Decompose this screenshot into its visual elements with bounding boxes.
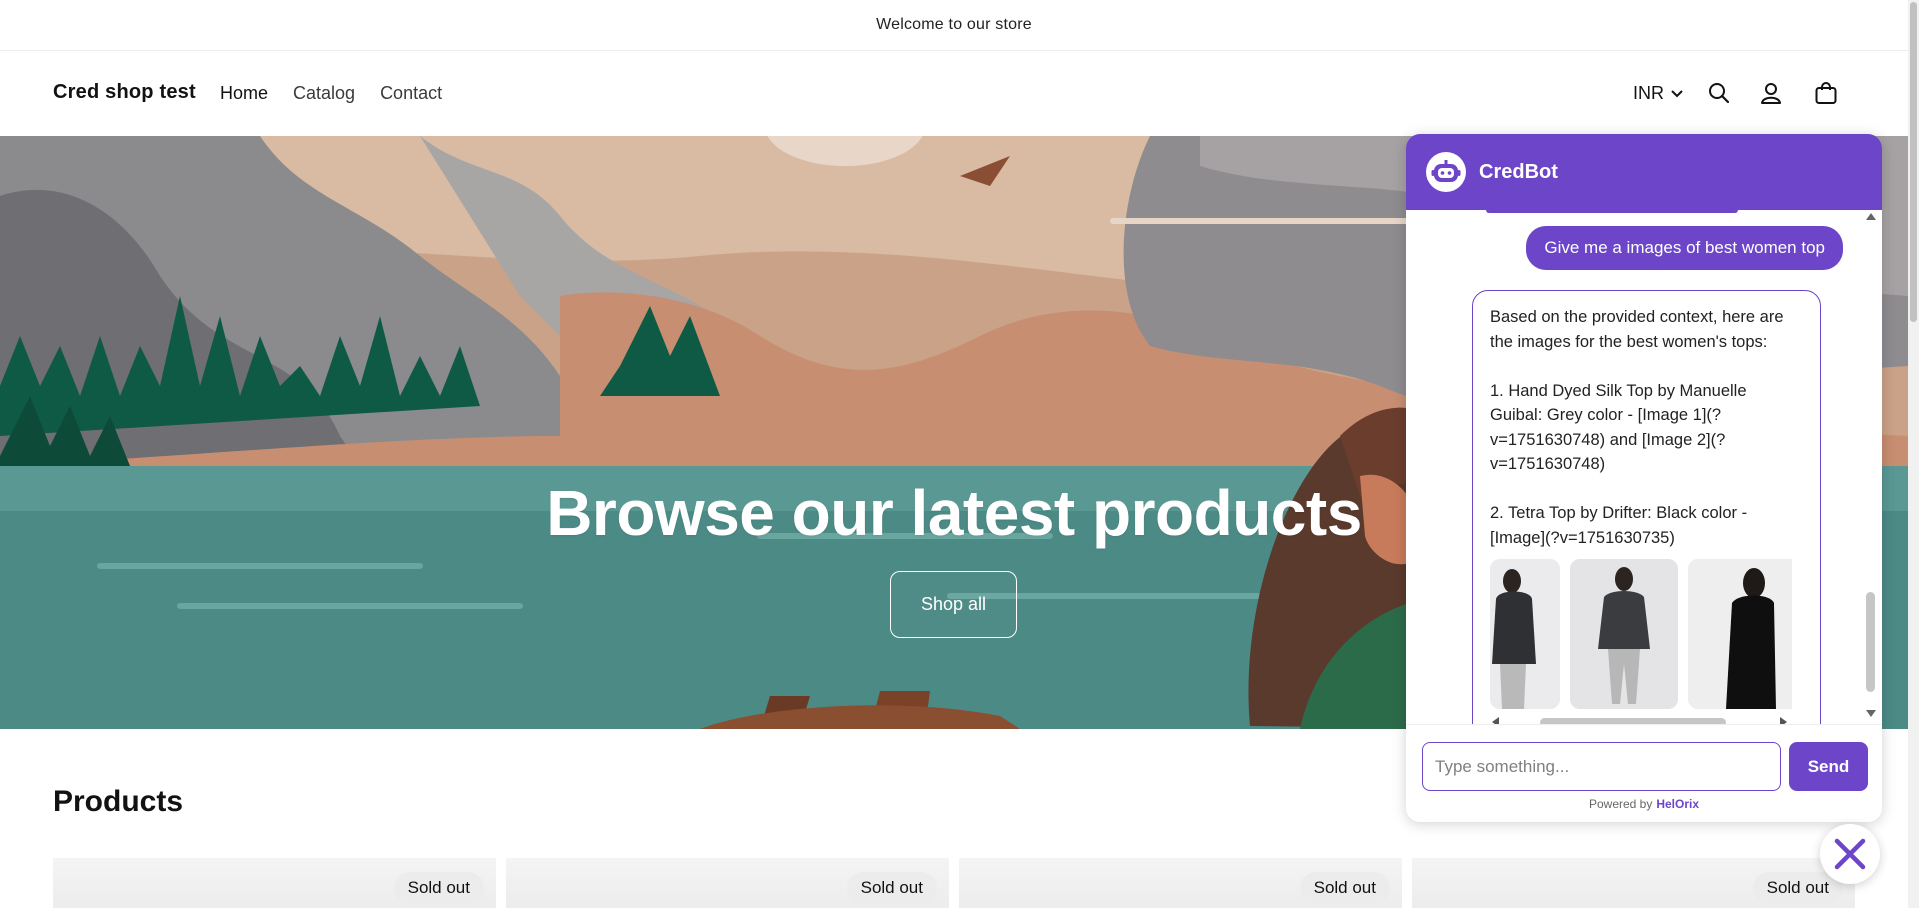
products-heading: Products	[53, 785, 184, 818]
product-card[interactable]: Sold out	[53, 858, 496, 908]
bot-message: Based on the provided context, here are …	[1472, 290, 1821, 724]
page-scrollbar-thumb[interactable]	[1910, 2, 1917, 322]
page-scrollbar[interactable]	[1908, 0, 1919, 908]
chat-scrollbar-thumb[interactable]	[1866, 592, 1875, 692]
product-card[interactable]: Sold out	[506, 858, 949, 908]
cart-icon[interactable]	[1813, 80, 1839, 106]
chat-input[interactable]	[1422, 742, 1781, 791]
close-chat-button[interactable]	[1820, 824, 1880, 884]
shop-all-button[interactable]: Shop all	[890, 571, 1017, 638]
bot-message-text: Based on the provided context, here are …	[1490, 308, 1784, 547]
nav-home[interactable]: Home	[220, 83, 268, 104]
close-icon	[1834, 838, 1866, 870]
chat-footer: Send Powered byHelOrix	[1406, 724, 1882, 822]
scroll-down-arrow-icon[interactable]	[1866, 710, 1876, 717]
product-image-thumb[interactable]	[1570, 559, 1678, 709]
sold-out-badge: Sold out	[846, 872, 937, 904]
chat-scrollbar[interactable]	[1864, 210, 1878, 724]
scroll-up-arrow-icon[interactable]	[1866, 213, 1876, 220]
bot-avatar	[1426, 152, 1466, 192]
scroll-right-arrow-icon[interactable]	[1780, 717, 1787, 724]
bot-name: CredBot	[1479, 161, 1558, 183]
product-card[interactable]: Sold out	[959, 858, 1402, 908]
product-image-carousel[interactable]	[1490, 559, 1792, 709]
currency-selector[interactable]: INR	[1633, 83, 1684, 104]
search-icon[interactable]	[1706, 80, 1732, 106]
product-card[interactable]: Sold out	[1412, 858, 1855, 908]
send-button[interactable]: Send	[1789, 742, 1868, 791]
robot-icon	[1431, 160, 1461, 182]
account-icon[interactable]	[1758, 80, 1784, 106]
powered-by: Powered by HelOrix	[1406, 797, 1882, 811]
chat-messages[interactable]: Give me a images of best women top Based…	[1406, 210, 1882, 724]
powered-by-brand[interactable]: HelOrix	[1656, 797, 1699, 811]
previous-message-edge	[1486, 210, 1738, 213]
nav-contact[interactable]: Contact	[380, 83, 442, 104]
chevron-down-icon	[1671, 89, 1683, 97]
carousel-scrollbar[interactable]	[1490, 715, 1792, 724]
main-nav: Home Catalog Contact	[220, 83, 442, 104]
sold-out-badge: Sold out	[1299, 872, 1390, 904]
product-image-thumb[interactable]	[1490, 559, 1560, 709]
scroll-left-arrow-icon[interactable]	[1492, 717, 1499, 724]
powered-by-label: Powered by	[1588, 797, 1653, 811]
chat-header: CredBot	[1406, 134, 1882, 210]
nav-catalog[interactable]: Catalog	[293, 83, 355, 104]
product-image-thumb[interactable]	[1688, 559, 1792, 709]
chat-widget: CredBot Give me a images of best women t…	[1406, 134, 1882, 822]
currency-label: INR	[1633, 83, 1664, 103]
site-header: Cred shop test Home Catalog Contact INR	[0, 51, 1908, 136]
announcement-text: Welcome to our store	[876, 16, 1032, 33]
announcement-bar: Welcome to our store	[0, 0, 1908, 51]
store-logo[interactable]: Cred shop test	[53, 81, 196, 104]
sold-out-badge: Sold out	[1752, 872, 1843, 904]
user-message: Give me a images of best women top	[1526, 226, 1843, 270]
sold-out-badge: Sold out	[393, 872, 484, 904]
